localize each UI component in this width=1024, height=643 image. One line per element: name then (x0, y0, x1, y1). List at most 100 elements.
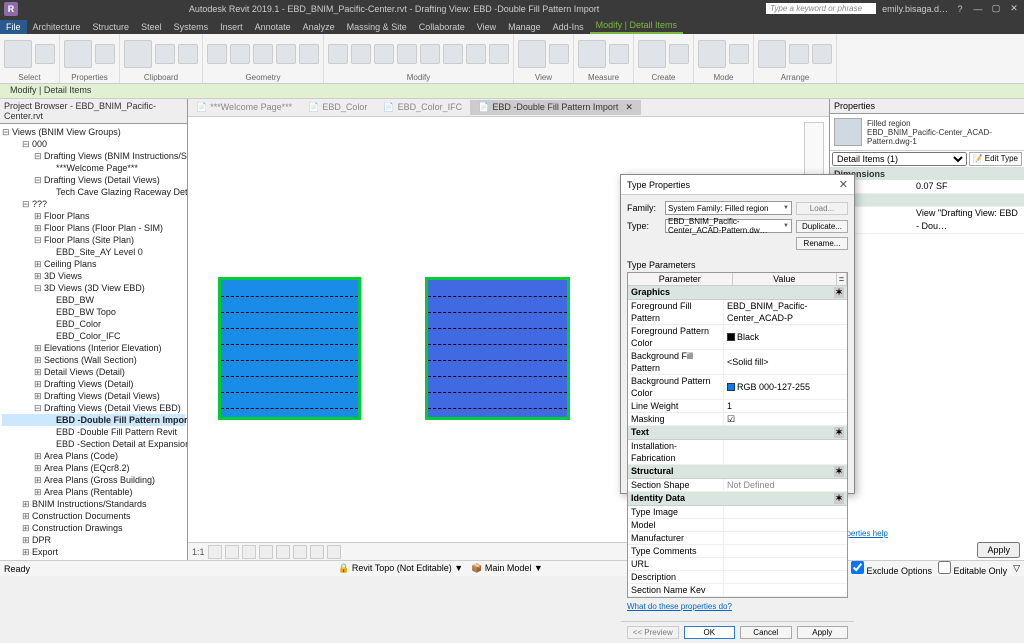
graphics-category[interactable]: Graphics✶ (628, 286, 847, 300)
preview-button[interactable]: << Preview (627, 626, 679, 639)
ribbon-tab-systems[interactable]: Systems (168, 20, 215, 34)
ribbon-tab-steel[interactable]: Steel (135, 20, 168, 34)
shadows-icon[interactable] (259, 545, 273, 559)
properties-apply-button[interactable]: Apply (977, 542, 1020, 558)
bg-fill-value[interactable]: <Solid fill> (724, 350, 847, 374)
ribbon-tab-view[interactable]: View (471, 20, 502, 34)
tree-item[interactable]: ⊞BNIM Instructions/Standards (2, 498, 185, 510)
doc-tab[interactable]: 📄EBD_Color (300, 100, 375, 115)
text-category[interactable]: Text✶ (628, 426, 847, 440)
ribbon-icon[interactable] (669, 44, 689, 64)
status-workset[interactable]: 🔒 Revit Topo (Not Editable) ▼ (338, 563, 463, 574)
ribbon-tab-structure[interactable]: Structure (87, 20, 136, 34)
duplicate-button[interactable]: Duplicate... (796, 220, 848, 233)
ribbon-tab-massing-site[interactable]: Massing & Site (341, 20, 413, 34)
dialog-close-icon[interactable]: ✕ (839, 178, 848, 191)
selection-filter[interactable]: Detail Items (1) (832, 152, 967, 166)
ribbon-icon[interactable] (35, 44, 55, 64)
tree-root[interactable]: ⊟Views (BNIM View Groups) (2, 126, 185, 138)
tree-item[interactable]: ⊞Area Plans (Gross Building) (2, 474, 185, 486)
tree-item[interactable]: ⊞Area Plans (EQcr8.2) (2, 462, 185, 474)
type-combo[interactable]: EBD_BNIM_Pacific-Center_ACAD-Pattern.dw… (665, 219, 792, 233)
ribbon-icon[interactable] (518, 40, 546, 68)
tree-item[interactable]: ⊟Floor Plans (Site Plan) (2, 234, 185, 246)
tree-item[interactable]: ⊟Drafting Views (BNIM Instructions/Stand… (2, 150, 185, 162)
crop-icon[interactable] (276, 545, 290, 559)
structural-category[interactable]: Structural✶ (628, 465, 847, 479)
doc-tab[interactable]: 📄EBD -Double Fill Pattern Import✕ (470, 100, 641, 115)
ribbon-tab-file[interactable]: File (0, 20, 27, 34)
tree-item[interactable]: ⊞Floor Plans (2, 210, 185, 222)
ribbon-icon[interactable] (253, 44, 273, 64)
ribbon-icon[interactable] (489, 44, 509, 64)
ribbon-icon[interactable] (276, 44, 296, 64)
tree-item[interactable]: ⊞DPR (2, 534, 185, 546)
tree-item[interactable]: ⊟000 (2, 138, 185, 150)
reveal-hidden-icon[interactable] (327, 545, 341, 559)
ribbon-tab-manage[interactable]: Manage (502, 20, 547, 34)
close-icon[interactable]: ✕ (1008, 3, 1020, 14)
editable-only-check[interactable]: Editable Only (938, 561, 1007, 576)
tab-close-icon[interactable]: ✕ (625, 102, 633, 113)
doc-tab[interactable]: 📄EBD_Color_IFC (375, 100, 470, 115)
edit-type-button[interactable]: 📝 Edit Type (969, 152, 1022, 166)
user-label[interactable]: emily.bisaga.d… (882, 4, 948, 14)
ribbon-icon[interactable] (178, 44, 198, 64)
minimize-icon[interactable]: — (972, 4, 984, 14)
tree-item[interactable]: ⊞Sections (Wall Section) (2, 354, 185, 366)
tree-item[interactable]: EBD -Double Fill Pattern Import (2, 414, 185, 426)
status-model[interactable]: 📦 Main Model ▼ (471, 563, 543, 574)
ribbon-icon[interactable] (230, 44, 250, 64)
hide-isolate-icon[interactable] (310, 545, 324, 559)
sun-path-icon[interactable] (242, 545, 256, 559)
ribbon-icon[interactable] (609, 44, 629, 64)
ribbon-icon[interactable] (698, 40, 726, 68)
ribbon-icon[interactable] (207, 44, 227, 64)
maximize-icon[interactable]: ▢ (990, 3, 1002, 14)
tree-item[interactable]: ⊞Construction Drawings (2, 522, 185, 534)
ribbon-icon[interactable] (729, 44, 749, 64)
tree-item[interactable]: EBD -Section Detail at Expansion Joint (2, 438, 185, 450)
tree-item[interactable]: EBD_Site_AY Level 0 (2, 246, 185, 258)
project-browser-tree[interactable]: ⊟Views (BNIM View Groups)⊟000⊟Drafting V… (0, 124, 187, 560)
tree-item[interactable]: ⊞Area Plans (Code) (2, 450, 185, 462)
help-icon[interactable]: ? (954, 4, 966, 14)
tree-item[interactable]: ⊟3D Views (3D View EBD) (2, 282, 185, 294)
what-do-these-link[interactable]: What do these properties do? (627, 602, 848, 611)
ribbon-icon[interactable] (155, 44, 175, 64)
load-button[interactable]: Load... (796, 202, 848, 215)
tree-item[interactable]: ⊞Drafting Views (Detail) (2, 378, 185, 390)
ribbon-icon[interactable] (397, 44, 417, 64)
tree-item[interactable]: Tech Cave Glazing Raceway Detail B (2, 186, 185, 198)
ribbon-icon[interactable] (789, 44, 809, 64)
tree-item[interactable]: EBD_BW (2, 294, 185, 306)
tree-item[interactable]: EBD_Color_IFC (2, 330, 185, 342)
ribbon-icon[interactable] (299, 44, 319, 64)
tree-item[interactable]: ⊟Drafting Views (Detail Views) (2, 174, 185, 186)
filled-region[interactable] (425, 277, 570, 420)
tree-item[interactable]: ⊞Drafting Views (Detail Views) (2, 390, 185, 402)
tree-item[interactable]: ⊟??? (2, 198, 185, 210)
ribbon-icon[interactable] (578, 40, 606, 68)
tree-item[interactable]: ⊞Floor Plans (Floor Plan - SIM) (2, 222, 185, 234)
ribbon-tab-collaborate[interactable]: Collaborate (413, 20, 471, 34)
apply-button[interactable]: Apply (797, 626, 849, 639)
scale-label[interactable]: 1:1 (192, 547, 205, 557)
ribbon-tab-modify-detail-items[interactable]: Modify | Detail Items (590, 18, 683, 34)
cancel-button[interactable]: Cancel (740, 626, 792, 639)
identity-category[interactable]: Identity Data✶ (628, 492, 847, 506)
ribbon-icon[interactable] (64, 40, 92, 68)
fg-fill-value[interactable]: EBD_BNIM_Pacific-Center_ACAD-P (724, 300, 847, 324)
ribbon-icon[interactable] (638, 40, 666, 68)
tree-item[interactable]: ⊞Elevations (Interior Elevation) (2, 342, 185, 354)
detail-level-icon[interactable] (208, 545, 222, 559)
section-shape-value[interactable]: Not Defined (724, 479, 847, 491)
tree-item[interactable]: ⊞Area Plans (Rentable) (2, 486, 185, 498)
line-weight-value[interactable]: 1 (724, 400, 847, 412)
properties-help-link[interactable]: Properties help (830, 527, 1024, 540)
ribbon-tab-analyze[interactable]: Analyze (297, 20, 341, 34)
tree-item[interactable]: ***Welcome Page*** (2, 162, 185, 174)
tree-item[interactable]: EBD_BW Topo (2, 306, 185, 318)
tree-item[interactable]: ⊞Detail Views (Detail) (2, 366, 185, 378)
crop-region-icon[interactable] (293, 545, 307, 559)
